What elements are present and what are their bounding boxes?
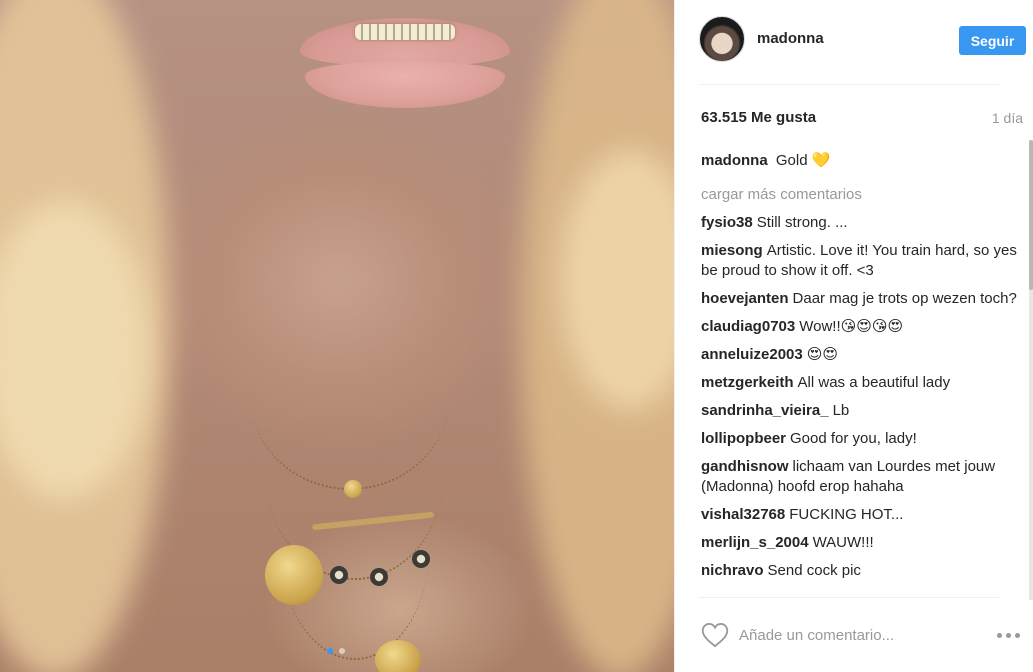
necklace-chain bbox=[280, 430, 430, 660]
comment-item: anneluize2003 😍😍 bbox=[701, 345, 1017, 365]
dot bbox=[997, 632, 1002, 638]
comment-username[interactable]: hoevejanten bbox=[701, 290, 789, 307]
caption-text: Gold bbox=[775, 152, 808, 169]
comment-username[interactable]: vishal32768 bbox=[701, 506, 785, 523]
lower-lip bbox=[305, 62, 505, 108]
heart-outline-icon[interactable] bbox=[701, 622, 729, 648]
instagram-post: madonna Seguir 63.515 Me gusta 1 día mad… bbox=[0, 0, 1033, 672]
comment-item: miesong Artistic. Love it! You train hard… bbox=[701, 241, 1017, 281]
comment-item: gandhisnow lichaam van Lourdes met jouw (… bbox=[701, 457, 1017, 497]
comment-text: Still strong. ... bbox=[756, 214, 848, 231]
post-username[interactable]: madonna bbox=[757, 30, 824, 47]
comment-username[interactable]: miesong bbox=[701, 242, 763, 259]
comment-item: lollipopbeer Good for you, lady! bbox=[701, 429, 1017, 449]
comment-text: Wow!!😘😍😘😍 bbox=[799, 318, 904, 335]
comment-item: hoevejanten Daar mag je trots op wezen to… bbox=[701, 289, 1017, 309]
header-divider bbox=[699, 84, 999, 85]
comment-text: Daar mag je trots op wezen toch? bbox=[792, 290, 1017, 307]
post-side-panel: madonna Seguir 63.515 Me gusta 1 día mad… bbox=[674, 0, 1033, 672]
avatar[interactable] bbox=[699, 16, 745, 62]
comment-item: sandrinha_vieira_ Lb bbox=[701, 401, 1017, 421]
comment-text: WAUW!!! bbox=[812, 534, 874, 551]
comment-items: fysio38 Still strong. ... miesong Artistic.… bbox=[701, 213, 1017, 581]
post-time[interactable]: 1 día bbox=[992, 110, 1023, 126]
comment-username[interactable]: metzgerkeith bbox=[701, 374, 794, 391]
gold-grill bbox=[355, 24, 455, 40]
caption-username[interactable]: madonna bbox=[701, 152, 768, 169]
comment-item: metzgerkeith All was a beautiful lady bbox=[701, 373, 1017, 393]
comment-username[interactable]: lollipopbeer bbox=[701, 430, 786, 447]
comments-scrollbar[interactable] bbox=[1029, 140, 1033, 600]
comment-item: claudiag0703 Wow!!😘😍😘😍 bbox=[701, 317, 1017, 337]
comment-input[interactable] bbox=[739, 624, 959, 646]
likes-count[interactable]: 63.515 Me gusta bbox=[701, 109, 816, 126]
comment-item: fysio38 Still strong. ... bbox=[701, 213, 1017, 233]
comment-username[interactable]: fysio38 bbox=[701, 214, 753, 231]
carousel-dot[interactable] bbox=[339, 648, 345, 654]
follow-button[interactable]: Seguir bbox=[959, 26, 1026, 55]
carousel-dot-active[interactable] bbox=[327, 648, 333, 654]
comment-text: FUCKING HOT... bbox=[789, 506, 904, 523]
comments-list: madonna Gold 💛 cargar más comentarios fy… bbox=[701, 150, 1017, 596]
post-header: madonna Seguir bbox=[675, 0, 1033, 84]
comment-username[interactable]: anneluize2003 bbox=[701, 346, 803, 363]
pendant-charm bbox=[412, 550, 430, 568]
comment-item: merlijn_s_2004 WAUW!!! bbox=[701, 533, 1017, 553]
comment-username[interactable]: claudiag0703 bbox=[701, 318, 795, 335]
comment-text: All was a beautiful lady bbox=[797, 374, 951, 391]
comment-item: vishal32768 FUCKING HOT... bbox=[701, 505, 1017, 525]
dot bbox=[1006, 632, 1011, 638]
yellow-heart-icon: 💛 bbox=[811, 151, 831, 169]
load-more-comments-link[interactable]: cargar más comentarios bbox=[701, 185, 1017, 205]
scrollbar-thumb[interactable] bbox=[1029, 140, 1033, 290]
footer-divider bbox=[699, 597, 999, 598]
comment-text: 😍😍 bbox=[806, 346, 838, 363]
pendant-charm bbox=[330, 566, 348, 584]
carousel-indicator bbox=[327, 648, 345, 654]
dot bbox=[1015, 632, 1020, 638]
comment-text: Good for you, lady! bbox=[790, 430, 917, 447]
pendant-small bbox=[344, 480, 362, 498]
comment-username[interactable]: sandrinha_vieira_ bbox=[701, 402, 829, 419]
comment-text: Lb bbox=[832, 402, 850, 419]
comment-username[interactable]: merlijn_s_2004 bbox=[701, 534, 809, 551]
pendant-coin bbox=[375, 640, 421, 672]
comment-text: Send cock pic bbox=[767, 562, 861, 579]
comment-username[interactable]: gandhisnow bbox=[701, 458, 789, 475]
pendant-coin bbox=[265, 545, 323, 605]
more-options-icon[interactable] bbox=[997, 628, 1027, 642]
post-photo[interactable] bbox=[0, 0, 674, 672]
pendant-charm bbox=[370, 568, 388, 586]
comment-username[interactable]: nichravo bbox=[701, 562, 764, 579]
comment-item: nichravo Send cock pic bbox=[701, 561, 1017, 581]
caption: madonna Gold 💛 bbox=[701, 150, 1017, 171]
